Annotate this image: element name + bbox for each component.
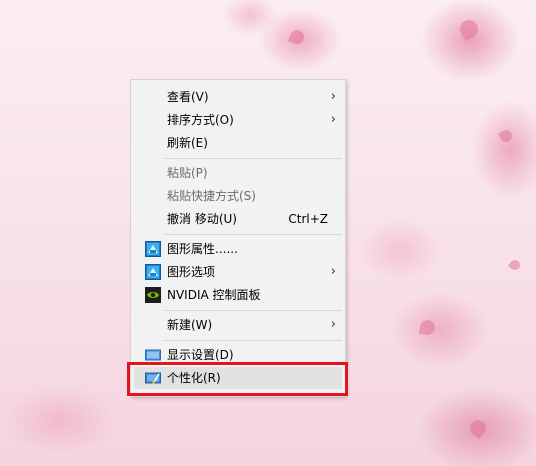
menu-item-paste: 粘贴(P) [134,162,342,184]
highlight-box [127,362,348,396]
blossom-decoration [497,127,515,145]
desktop-context-menu: 查看(V) › 排序方式(O) › 刷新(E) 粘贴(P) 粘贴快捷方式(S) … [130,79,346,397]
intel-graphics-icon [145,264,161,280]
menu-item-nvidia-control-panel[interactable]: NVIDIA 控制面板 [134,284,342,306]
blossom-decoration [507,257,523,273]
menu-separator [164,234,342,235]
menu-item-refresh[interactable]: 刷新(E) [134,132,342,154]
menu-item-graphics-properties[interactable]: 图形属性...... [134,238,342,260]
keyboard-shortcut: Ctrl+Z [288,212,328,226]
display-settings-icon [145,349,161,361]
chevron-right-icon: › [330,317,336,332]
menu-item-label: 图形选项 [167,265,216,279]
blossom-decoration [288,28,306,46]
menu-item-undo-move[interactable]: 撤消 移动(U) Ctrl+Z [134,208,342,230]
menu-item-label: 查看(V) [167,90,209,104]
nvidia-icon [145,287,161,303]
menu-item-paste-shortcut: 粘贴快捷方式(S) [134,185,342,207]
chevron-right-icon: › [330,112,336,127]
menu-item-new[interactable]: 新建(W) › [134,314,342,336]
intel-graphics-icon [145,241,161,257]
menu-item-label: 刷新(E) [167,136,208,150]
menu-separator [164,310,342,311]
menu-item-label: 粘贴快捷方式(S) [167,189,256,203]
menu-item-label: 图形属性...... [167,242,238,256]
blossom-decoration [418,318,437,337]
blossom-decoration [456,16,482,42]
menu-item-label: 新建(W) [167,318,213,332]
menu-item-label: 撤消 移动(U) [167,212,237,226]
menu-separator [164,158,342,159]
chevron-right-icon: › [330,89,336,104]
menu-item-view[interactable]: 查看(V) › [134,86,342,108]
menu-item-label: 排序方式(O) [167,113,234,127]
menu-item-graphics-options[interactable]: 图形选项 › [134,261,342,283]
menu-separator [164,340,342,341]
blossom-decoration [466,416,490,440]
chevron-right-icon: › [330,264,336,279]
menu-item-sort[interactable]: 排序方式(O) › [134,109,342,131]
menu-item-label: NVIDIA 控制面板 [167,288,261,302]
menu-item-label: 粘贴(P) [167,166,208,180]
